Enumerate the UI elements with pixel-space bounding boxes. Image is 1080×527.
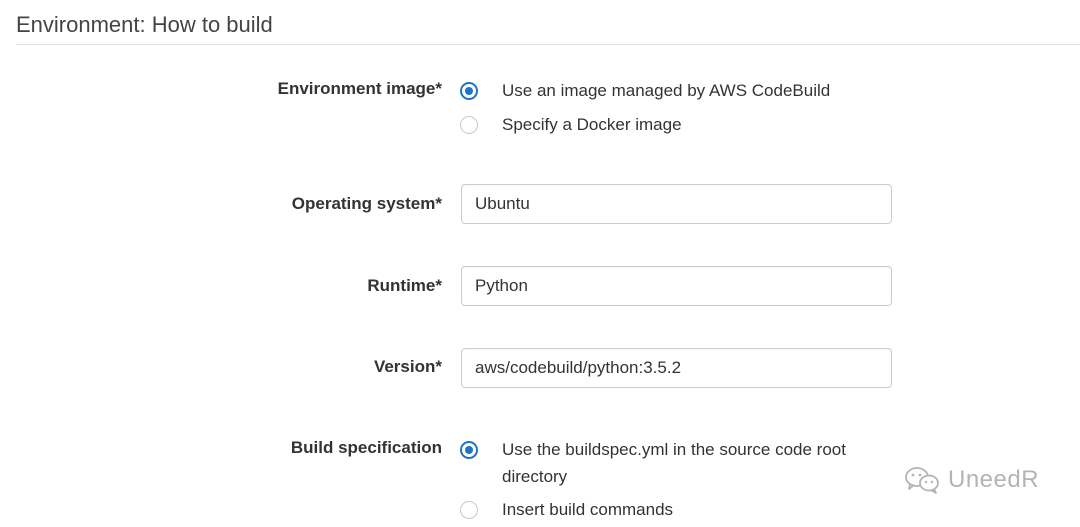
page: Environment: How to build Environment im… [0, 0, 1080, 527]
radio-managed-image[interactable]: Use an image managed by AWS CodeBuild [460, 81, 830, 104]
section-divider [16, 44, 1080, 45]
wechat-icon [905, 467, 939, 494]
radio-buildspec-file-label: Use the buildspec.yml in the source code… [502, 440, 846, 486]
operating-system-label: Operating system* [291, 194, 442, 213]
radio-buildspec-file-control[interactable] [460, 441, 478, 459]
runtime-input[interactable] [461, 266, 892, 306]
operating-system-input[interactable] [461, 184, 892, 224]
version-input[interactable] [461, 348, 892, 388]
radio-buildspec-file[interactable]: Use the buildspec.yml in the source code… [460, 440, 880, 490]
radio-managed-image-control[interactable] [460, 82, 478, 100]
radio-docker-image[interactable]: Specify a Docker image [460, 115, 682, 138]
radio-insert-commands-control[interactable] [460, 501, 478, 519]
build-specification-label: Build specification [290, 438, 442, 457]
environment-image-label: Environment image* [277, 79, 442, 98]
watermark-text: UneedR [948, 466, 1040, 493]
radio-docker-image-control[interactable] [460, 116, 478, 134]
runtime-label: Runtime* [367, 276, 442, 295]
watermark: UneedR [904, 465, 1039, 495]
radio-managed-image-label: Use an image managed by AWS CodeBuild [502, 81, 831, 100]
radio-insert-commands[interactable]: Insert build commands [460, 500, 673, 523]
section-title: Environment: How to build [16, 12, 273, 37]
radio-docker-image-label: Specify a Docker image [502, 115, 682, 134]
version-label: Version* [373, 357, 442, 376]
radio-insert-commands-label: Insert build commands [502, 500, 674, 519]
